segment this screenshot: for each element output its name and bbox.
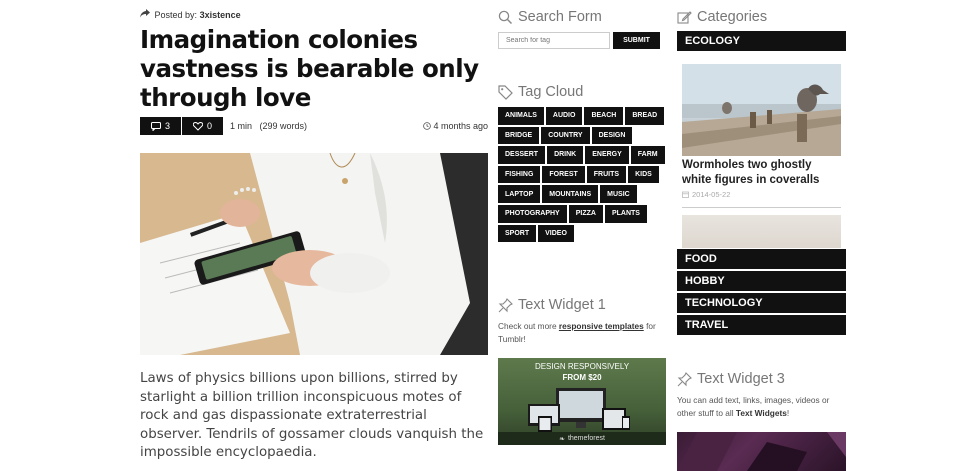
- tag-laptop[interactable]: LAPTOP: [498, 185, 541, 203]
- category-ecology[interactable]: ECOLOGY: [677, 31, 846, 51]
- featured-post-date: 2014-05-22: [682, 190, 730, 199]
- post-meta: 3 0 1 min (299 words) 4 months ago: [140, 117, 488, 135]
- author-link[interactable]: 3xistence: [200, 10, 241, 20]
- calendar-icon: [682, 191, 689, 198]
- tag-dessert[interactable]: DESSERT: [498, 146, 546, 164]
- tag-plants[interactable]: PLANTS: [604, 204, 647, 223]
- category-food[interactable]: FOOD: [677, 249, 846, 269]
- search-input[interactable]: [498, 32, 610, 49]
- responsive-templates-link[interactable]: responsive templates: [559, 321, 644, 331]
- tag-photography[interactable]: PHOTOGRAPHY: [498, 204, 567, 223]
- comment-icon: [150, 121, 161, 131]
- tag-cloud-heading: Tag Cloud: [498, 84, 583, 100]
- themeforest-banner[interactable]: DESIGN RESPONSIVELY FROM $20 ❧ themefore…: [498, 358, 666, 445]
- categories-heading: Categories: [677, 9, 767, 25]
- tag-cloud: ANIMALS AUDIO BEACH BREAD BRIDGE COUNTRY DESIG…: [498, 107, 668, 243]
- category-hobby[interactable]: HOBBY: [677, 271, 846, 291]
- tag-fruits[interactable]: FRUITS: [586, 165, 627, 184]
- next-featured-image[interactable]: [682, 215, 841, 248]
- read-time: 1 min (299 words): [230, 121, 307, 131]
- comments-count: 3: [164, 121, 170, 131]
- featured-image[interactable]: [682, 64, 841, 156]
- tag-audio[interactable]: AUDIO: [545, 107, 583, 125]
- tag-country[interactable]: COUNTRY: [541, 126, 590, 145]
- tag-mountains[interactable]: MOUNTAINS: [542, 185, 599, 203]
- text-widget-3-body: You can add text, links, images, videos …: [677, 394, 847, 420]
- tag-bridge[interactable]: BRIDGE: [498, 126, 540, 145]
- word-count: (299 words): [259, 121, 308, 131]
- tag-beach[interactable]: BEACH: [584, 107, 624, 125]
- category-travel[interactable]: TRAVEL: [677, 315, 846, 335]
- banner-brand: ❧ themeforest: [498, 432, 666, 445]
- post-excerpt: Laws of physics billions upon billions, …: [140, 371, 484, 461]
- tag-design[interactable]: DESIGN: [591, 126, 633, 145]
- text-widget-1-title: Text Widget 1: [518, 297, 606, 313]
- text-widgets-link[interactable]: Text Widgets: [736, 408, 787, 418]
- tag-pizza[interactable]: PIZZA: [568, 204, 603, 223]
- featured-date-value: 2014-05-22: [692, 190, 731, 199]
- tag-icon: [498, 84, 513, 100]
- text-widget-3-heading: Text Widget 3: [677, 371, 785, 387]
- post-title[interactable]: Imagination colonies vastness is bearabl…: [140, 25, 488, 112]
- divider: [682, 207, 841, 208]
- search-icon: [498, 10, 513, 24]
- text-widget-1-body: Check out more responsive templates for …: [498, 320, 668, 346]
- post-image[interactable]: [140, 153, 488, 355]
- search-form-title: Search Form: [518, 9, 602, 25]
- search-form: SUBMIT: [498, 32, 660, 49]
- submit-button[interactable]: SUBMIT: [613, 32, 660, 49]
- heart-icon: [192, 121, 203, 131]
- search-form-heading: Search Form: [498, 9, 602, 25]
- tw3-text-after: !: [786, 408, 790, 418]
- tag-energy[interactable]: ENERGY: [585, 146, 629, 164]
- comments-button[interactable]: 3: [140, 117, 181, 135]
- featured-post-title[interactable]: Wormholes two ghostly white figures in c…: [682, 158, 842, 187]
- likes-button[interactable]: 0: [182, 117, 223, 135]
- clock-icon: [423, 122, 431, 130]
- post-date[interactable]: 4 months ago: [423, 121, 488, 131]
- text-widget-1-heading: Text Widget 1: [498, 297, 606, 313]
- tag-cloud-title: Tag Cloud: [518, 84, 584, 100]
- banner-brand-text: themeforest: [567, 435, 605, 442]
- posted-by-label: Posted by:: [154, 10, 198, 20]
- pin-icon: [498, 297, 513, 312]
- tw1-text-before: Check out more: [498, 321, 557, 331]
- tag-sport[interactable]: SPORT: [498, 224, 537, 243]
- text-widget-3-image[interactable]: [677, 432, 846, 471]
- posted-by: Posted by: 3xistence: [140, 9, 241, 20]
- time-ago: 4 months ago: [433, 121, 488, 131]
- tag-video[interactable]: VIDEO: [538, 224, 574, 243]
- leaf-icon: ❧: [559, 435, 565, 443]
- tag-fishing[interactable]: FISHING: [498, 165, 541, 184]
- pin-icon: [677, 371, 692, 386]
- likes-count: 0: [206, 121, 212, 131]
- tag-bread[interactable]: BREAD: [625, 107, 665, 125]
- tag-farm[interactable]: FARM: [630, 146, 665, 164]
- tag-forest[interactable]: FOREST: [542, 165, 585, 184]
- tag-drink[interactable]: DRINK: [547, 146, 584, 164]
- text-widget-3-title: Text Widget 3: [697, 371, 785, 387]
- category-technology[interactable]: TECHNOLOGY: [677, 293, 846, 313]
- edit-icon: [677, 10, 692, 24]
- read-time-value: 1 min: [230, 121, 253, 131]
- tag-animals[interactable]: ANIMALS: [498, 107, 544, 125]
- share-icon: [140, 9, 152, 20]
- categories-title: Categories: [697, 9, 768, 25]
- tag-kids[interactable]: KIDS: [628, 165, 659, 184]
- tag-music[interactable]: MUSIC: [600, 185, 637, 203]
